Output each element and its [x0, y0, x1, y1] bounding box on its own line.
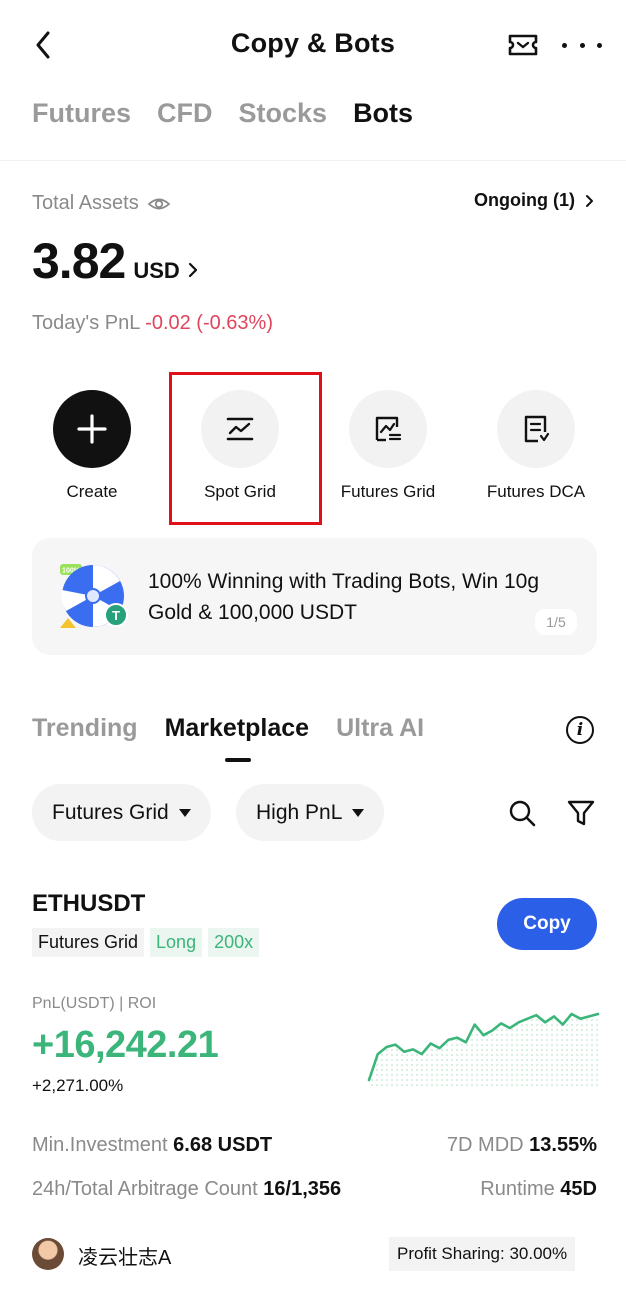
arbitrage-label: 24h/Total Arbitrage Count: [32, 1178, 258, 1200]
total-assets-label: Total Assets: [32, 192, 171, 215]
sort-dropdown[interactable]: High PnL: [236, 784, 385, 841]
futures-grid-button[interactable]: Futures Grid: [314, 390, 462, 502]
ticket-icon: [508, 34, 538, 56]
more-options-button[interactable]: [562, 30, 602, 60]
futures-dca-button[interactable]: Futures DCA: [462, 390, 610, 502]
trophy-wheel-icon: 100% T: [56, 562, 130, 632]
tag-direction: Long: [150, 928, 203, 957]
divider: [0, 160, 626, 161]
futures-grid-circle: [349, 390, 427, 468]
total-assets-text: Total Assets: [32, 192, 139, 214]
bot-type-dropdown[interactable]: Futures Grid: [32, 784, 211, 841]
eye-icon[interactable]: [147, 195, 171, 213]
filter-button[interactable]: [566, 798, 596, 828]
bot-tags: Futures Grid Long 200x: [32, 928, 260, 957]
trading-pair: ETHUSDT: [32, 890, 146, 917]
top-tab-bar: Futures CFD Stocks Bots: [32, 98, 413, 129]
copy-button[interactable]: Copy: [497, 898, 597, 950]
arbitrage-count: 24h/Total Arbitrage Count 16/1,356: [32, 1178, 341, 1201]
assets-currency: USD: [133, 258, 180, 283]
dot-icon: [597, 42, 602, 48]
bot-type-value: Futures Grid: [52, 800, 169, 824]
min-investment: Min.Investment 6.68 USDT: [32, 1134, 272, 1157]
search-icon: [509, 800, 536, 827]
futures-grid-icon: [375, 416, 402, 442]
tab-futures[interactable]: Futures: [32, 98, 131, 129]
arbitrage-value: 16/1,356: [263, 1178, 342, 1200]
profit-sharing-badge: Profit Sharing: 30.00%: [389, 1237, 576, 1271]
mdd-label: 7D MDD: [446, 1134, 524, 1156]
chevron-right-icon: [188, 262, 197, 278]
bot-label: Create: [66, 482, 118, 501]
pnl-label: Today's PnL: [32, 312, 140, 334]
trader-name[interactable]: 凌云壮志A: [78, 1241, 171, 1270]
spot-grid-highlight: [169, 372, 322, 525]
assets-amount: 3.82: [32, 233, 126, 289]
bot-label: Futures DCA: [486, 482, 586, 501]
min-investment-value: 6.68 USDT: [173, 1134, 273, 1156]
total-assets-value[interactable]: 3.82 USD: [32, 232, 198, 290]
banner-pager: 1/5: [535, 609, 577, 635]
avatar[interactable]: [32, 1238, 64, 1270]
futures-dca-icon: [524, 415, 550, 443]
ongoing-link[interactable]: Ongoing (1): [474, 190, 594, 211]
caret-down-icon: [352, 808, 365, 817]
active-tab-indicator: [225, 758, 251, 762]
futures-dca-circle: [497, 390, 575, 468]
runtime-label: Runtime: [480, 1178, 555, 1200]
chevron-right-icon: [586, 194, 593, 207]
coupon-button[interactable]: [506, 30, 540, 60]
pnl-sparkline: [367, 1012, 600, 1086]
tab-bots[interactable]: Bots: [353, 98, 413, 129]
banner-text: 100% Winning with Trading Bots, Win 10g …: [148, 570, 540, 624]
roi-value: +2,271.00%: [32, 1076, 124, 1095]
mdd-stat: 7D MDD 13.55%: [447, 1134, 597, 1157]
filter-icon: [567, 800, 595, 826]
tag-leverage: 200x: [208, 928, 260, 957]
todays-pnl: Today's PnL -0.02 (-0.63%): [32, 312, 273, 335]
tag-bot-type: Futures Grid: [32, 928, 145, 957]
create-circle: [53, 390, 131, 468]
runtime-stat: Runtime 45D: [480, 1178, 597, 1201]
ongoing-label: Ongoing (1): [474, 190, 575, 210]
create-bot-button[interactable]: Create: [18, 390, 166, 502]
tab-marketplace[interactable]: Marketplace: [165, 714, 310, 743]
sub-tab-bar: Trending Marketplace Ultra AI: [32, 714, 424, 743]
dot-icon: [562, 42, 567, 48]
runtime-value: 45D: [560, 1178, 597, 1200]
pnl-roi-label: PnL(USDT) | ROI: [32, 995, 157, 1012]
search-button[interactable]: [507, 798, 537, 828]
pnl-value: -0.02 (-0.63%): [145, 312, 273, 334]
pnl-amount: +16,242.21: [32, 1024, 219, 1066]
bot-label: Futures Grid: [340, 482, 436, 501]
tab-stocks[interactable]: Stocks: [239, 98, 328, 129]
plus-icon: [77, 414, 107, 444]
dot-icon: [579, 42, 585, 48]
caret-down-icon: [178, 808, 191, 817]
sort-value: High PnL: [256, 800, 343, 824]
mdd-value: 13.55%: [529, 1134, 597, 1156]
info-icon[interactable]: i: [566, 716, 594, 744]
min-investment-label: Min.Investment: [32, 1134, 168, 1156]
tab-trending[interactable]: Trending: [32, 714, 138, 743]
tab-ultra-ai[interactable]: Ultra AI: [336, 714, 424, 743]
tab-cfd[interactable]: CFD: [157, 98, 213, 129]
svg-text:T: T: [112, 608, 120, 623]
